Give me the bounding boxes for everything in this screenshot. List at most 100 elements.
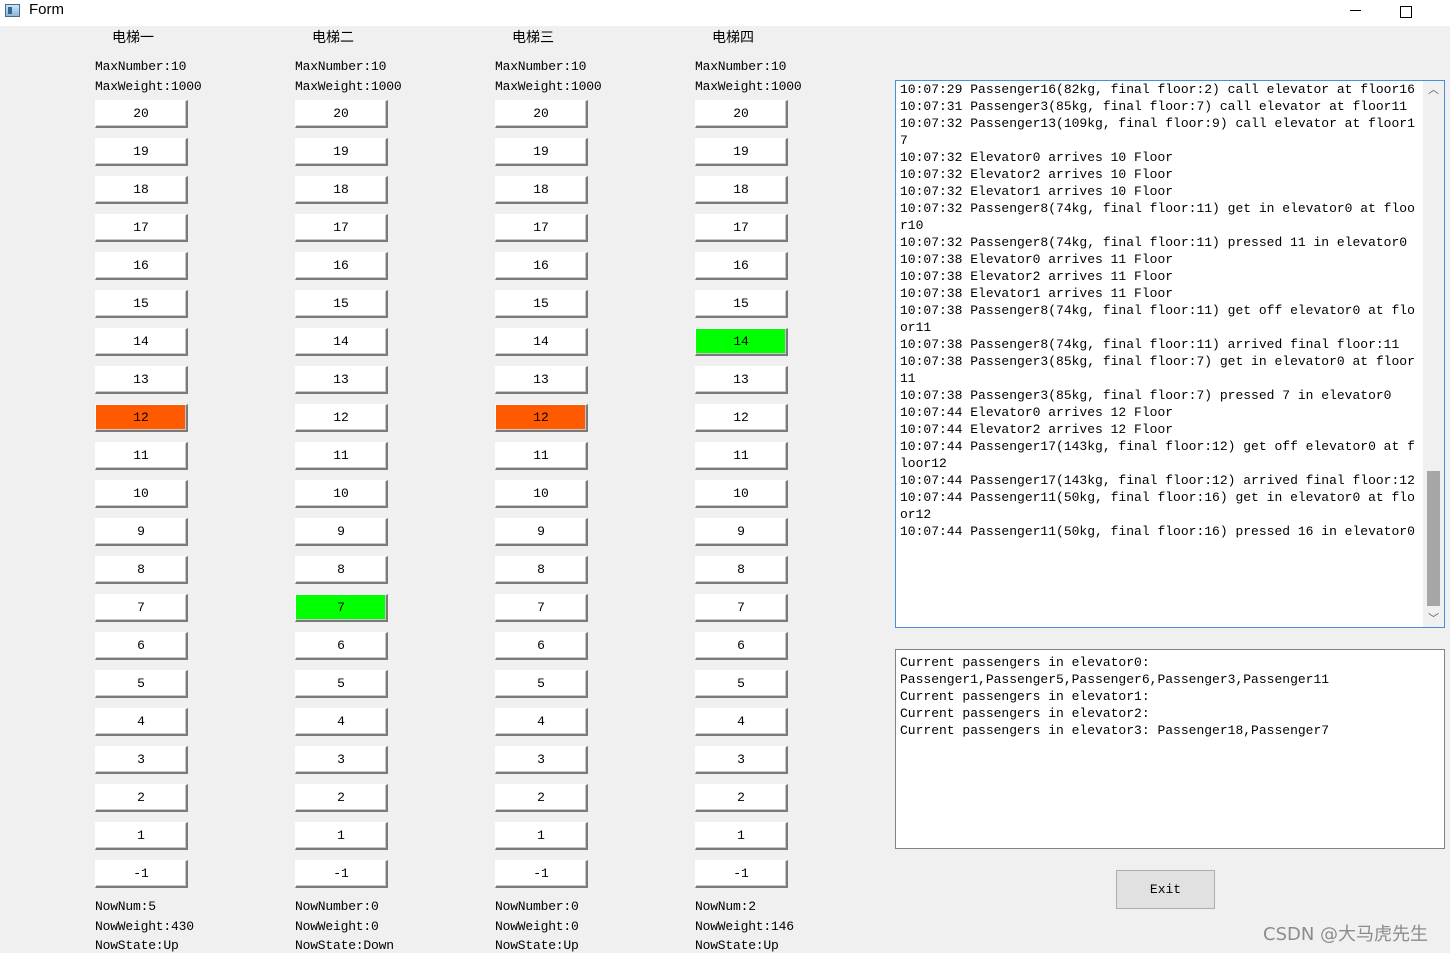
floor-button-12[interactable]: 12: [95, 404, 188, 432]
floor-button-12[interactable]: 12: [695, 404, 788, 432]
floor-button-13[interactable]: 13: [295, 366, 388, 394]
floor-button-7[interactable]: 7: [695, 594, 788, 622]
floor-button-14[interactable]: 14: [695, 328, 788, 356]
floor-button-4[interactable]: 4: [95, 708, 188, 736]
floor-button--1[interactable]: -1: [495, 860, 588, 888]
floor-button-9[interactable]: 9: [95, 518, 188, 546]
floor-button-13[interactable]: 13: [695, 366, 788, 394]
floor-button-5[interactable]: 5: [295, 670, 388, 698]
passenger-list[interactable]: Current passengers in elevator0: Passeng…: [895, 649, 1445, 849]
floor-button-3[interactable]: 3: [295, 746, 388, 774]
floor-button-9[interactable]: 9: [695, 518, 788, 546]
floor-button-11[interactable]: 11: [695, 442, 788, 470]
floor-button-2[interactable]: 2: [495, 784, 588, 812]
floor-button-9[interactable]: 9: [495, 518, 588, 546]
floor-button-2[interactable]: 2: [695, 784, 788, 812]
floor-button--1[interactable]: -1: [295, 860, 388, 888]
event-log[interactable]: 10:07:29 Passenger16(82kg, final floor:2…: [895, 80, 1445, 628]
floor-button-7[interactable]: 7: [295, 594, 388, 622]
floor-button-3[interactable]: 3: [695, 746, 788, 774]
floor-button-15[interactable]: 15: [95, 290, 188, 318]
floor-button-10[interactable]: 10: [495, 480, 588, 508]
floor-button-18[interactable]: 18: [95, 176, 188, 204]
floor-button-8[interactable]: 8: [295, 556, 388, 584]
floor-button-11[interactable]: 11: [95, 442, 188, 470]
elevator-column-4: 电梯四 MaxNumber:10 MaxWeight:1000 NowNum:2 Now…: [695, 26, 895, 953]
floor-button-4[interactable]: 4: [695, 708, 788, 736]
floor-button-18[interactable]: 18: [495, 176, 588, 204]
floor-button-7[interactable]: 7: [495, 594, 588, 622]
floor-button-6[interactable]: 6: [95, 632, 188, 660]
floor-button-11[interactable]: 11: [295, 442, 388, 470]
floor-button-20[interactable]: 20: [495, 100, 588, 128]
floor-button-1[interactable]: 1: [695, 822, 788, 850]
maximize-button[interactable]: [1383, 0, 1429, 26]
floor-button-13[interactable]: 13: [95, 366, 188, 394]
floor-button-6[interactable]: 6: [295, 632, 388, 660]
floor-button-14[interactable]: 14: [295, 328, 388, 356]
window-title: Form: [29, 1, 64, 18]
floor-button-20[interactable]: 20: [695, 100, 788, 128]
scroll-thumb[interactable]: [1427, 471, 1440, 606]
passenger-list-text: Current passengers in elevator0: Passeng…: [900, 655, 1330, 738]
floor-button-16[interactable]: 16: [95, 252, 188, 280]
floor-button-6[interactable]: 6: [495, 632, 588, 660]
floor-button-18[interactable]: 18: [295, 176, 388, 204]
floor-button-15[interactable]: 15: [695, 290, 788, 318]
floor-button-4[interactable]: 4: [295, 708, 388, 736]
floor-button-20[interactable]: 20: [295, 100, 388, 128]
exit-button[interactable]: Exit: [1116, 870, 1215, 909]
floor-button-10[interactable]: 10: [295, 480, 388, 508]
floor-button-1[interactable]: 1: [495, 822, 588, 850]
floor-button-19[interactable]: 19: [695, 138, 788, 166]
floor-button-15[interactable]: 15: [295, 290, 388, 318]
floor-button-20[interactable]: 20: [95, 100, 188, 128]
floor-button-5[interactable]: 5: [695, 670, 788, 698]
floor-button-2[interactable]: 2: [95, 784, 188, 812]
floor-button-13[interactable]: 13: [495, 366, 588, 394]
floor-button-5[interactable]: 5: [495, 670, 588, 698]
floor-button-14[interactable]: 14: [95, 328, 188, 356]
floor-button-14[interactable]: 14: [495, 328, 588, 356]
floor-button-2[interactable]: 2: [295, 784, 388, 812]
floor-button-1[interactable]: 1: [295, 822, 388, 850]
floor-button-10[interactable]: 10: [95, 480, 188, 508]
floor-button-11[interactable]: 11: [495, 442, 588, 470]
floor-button-18[interactable]: 18: [695, 176, 788, 204]
floor-button-15[interactable]: 15: [495, 290, 588, 318]
floor-button-16[interactable]: 16: [495, 252, 588, 280]
floor-button-8[interactable]: 8: [695, 556, 788, 584]
floor-button-19[interactable]: 19: [95, 138, 188, 166]
floor-button-7[interactable]: 7: [95, 594, 188, 622]
floor-button-6[interactable]: 6: [695, 632, 788, 660]
floor-button-19[interactable]: 19: [295, 138, 388, 166]
floor-button-10[interactable]: 10: [695, 480, 788, 508]
floor-button-17[interactable]: 17: [295, 214, 388, 242]
floor-button-4[interactable]: 4: [495, 708, 588, 736]
floor-button-3[interactable]: 3: [495, 746, 588, 774]
scroll-down-icon[interactable]: ﹀: [1423, 610, 1444, 627]
floor-button-1[interactable]: 1: [95, 822, 188, 850]
floor-button-17[interactable]: 17: [695, 214, 788, 242]
floor-button--1[interactable]: -1: [695, 860, 788, 888]
floor-button--1[interactable]: -1: [95, 860, 188, 888]
elevator-column-3: 电梯三 MaxNumber:10 MaxWeight:1000 NowNumber:0…: [495, 26, 695, 953]
floor-button-17[interactable]: 17: [95, 214, 188, 242]
watermark: CSDN @大马虎先生: [1263, 924, 1429, 945]
floor-button-3[interactable]: 3: [95, 746, 188, 774]
floor-button-12[interactable]: 12: [295, 404, 388, 432]
log-scrollbar[interactable]: ︿ ﹀: [1423, 81, 1444, 627]
floor-button-16[interactable]: 16: [695, 252, 788, 280]
floor-button-16[interactable]: 16: [295, 252, 388, 280]
scroll-up-icon[interactable]: ︿: [1423, 81, 1444, 98]
floor-button-8[interactable]: 8: [495, 556, 588, 584]
event-log-text: 10:07:29 Passenger16(82kg, final floor:2…: [900, 82, 1415, 539]
floor-button-5[interactable]: 5: [95, 670, 188, 698]
floor-button-8[interactable]: 8: [95, 556, 188, 584]
floor-button-17[interactable]: 17: [495, 214, 588, 242]
floor-button-19[interactable]: 19: [495, 138, 588, 166]
floor-button-12[interactable]: 12: [495, 404, 588, 432]
now-number-label: NowNum:2: [695, 899, 756, 914]
minimize-button[interactable]: [1332, 0, 1378, 26]
floor-button-9[interactable]: 9: [295, 518, 388, 546]
